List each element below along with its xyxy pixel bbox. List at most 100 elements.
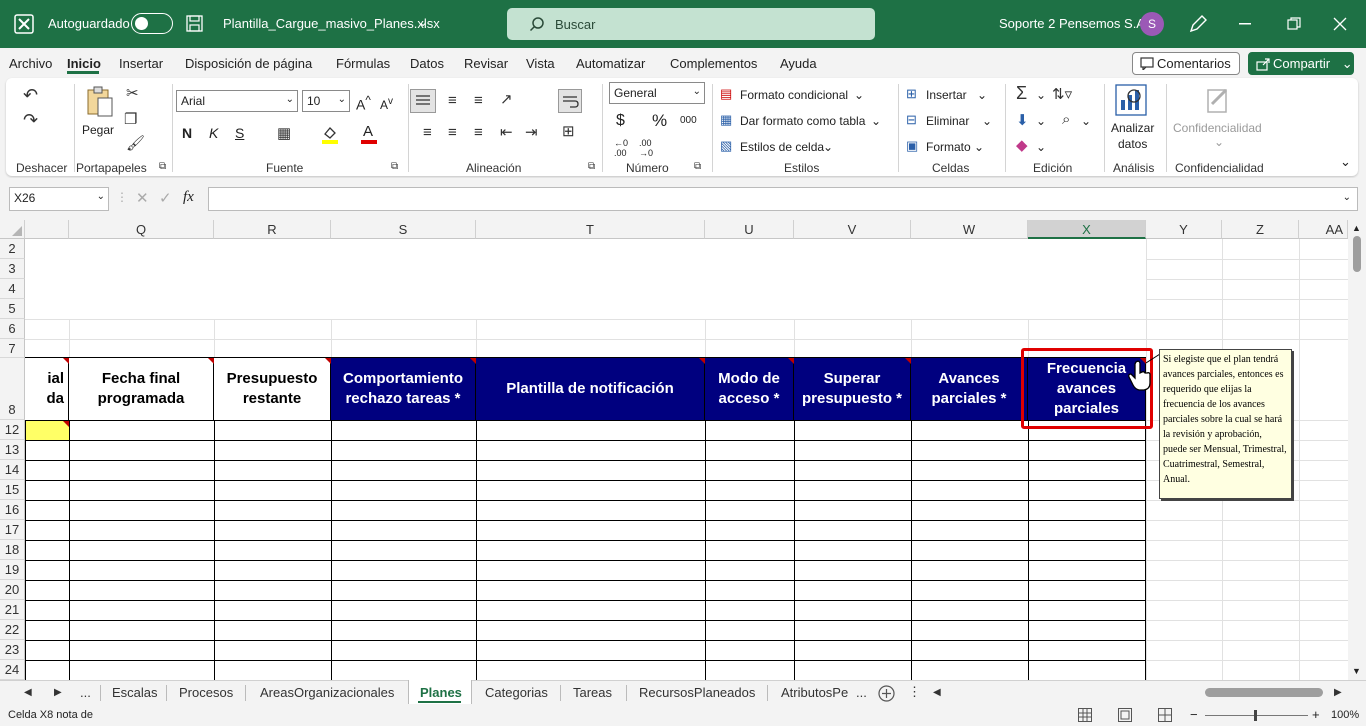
paste-icon[interactable] [85, 86, 115, 118]
cell-note[interactable]: Si elegiste que el plan tendrá avances p… [1159, 349, 1292, 499]
decrease-indent-icon[interactable]: ⇤ [500, 125, 513, 140]
fill-color-icon[interactable] [321, 124, 339, 144]
font-name-select[interactable]: Arial ⌄ [176, 90, 298, 112]
comments-button[interactable]: Comentarios [1132, 52, 1240, 75]
menu-datos[interactable]: Datos [410, 56, 444, 71]
underline-button[interactable]: S [235, 125, 244, 141]
format-painter-icon[interactable]: 🖌 [126, 136, 145, 151]
conditional-format-icon[interactable]: ▤ [720, 87, 732, 100]
row-header[interactable]: 22 [0, 620, 25, 640]
column-header-q[interactable]: Q [69, 220, 214, 239]
menu-insertar[interactable]: Insertar [119, 56, 163, 71]
dialog-launcher-icon[interactable]: ⧉ [159, 162, 166, 172]
scroll-up-icon[interactable]: ▲ [1352, 223, 1361, 233]
increase-decimal-icon[interactable]: ←0.00 [614, 138, 628, 158]
copy-icon[interactable]: ❐ [124, 112, 137, 127]
tab-splitter-icon[interactable]: ⋮ [908, 684, 921, 700]
delete-cells-icon[interactable]: ⊟ [906, 113, 917, 126]
add-sheet-icon[interactable] [878, 685, 895, 702]
merge-center-icon[interactable]: ⊞ [562, 124, 575, 139]
align-center-icon[interactable]: ≡ [448, 125, 457, 140]
column-header-y[interactable]: Y [1146, 220, 1222, 239]
row-header[interactable]: 14 [0, 460, 25, 480]
header-cell-r[interactable]: Presupuesto restante [214, 358, 331, 420]
format-as-table-button[interactable]: Dar formato como tabla [740, 114, 865, 128]
wrap-text-icon[interactable] [558, 89, 582, 113]
scroll-down-icon[interactable]: ▼ [1352, 666, 1361, 676]
sensitivity-icon[interactable] [1204, 84, 1232, 116]
orientation-icon[interactable]: ↗ [500, 92, 513, 107]
percent-icon[interactable]: % [652, 111, 667, 131]
row-header[interactable]: 6 [0, 319, 25, 339]
shrink-font-icon[interactable]: Av [380, 96, 393, 112]
menu-vista[interactable]: Vista [526, 56, 555, 71]
tab-scroll-left-icon[interactable]: ◀ [24, 687, 32, 698]
analyze-data-label-1[interactable]: Analizar [1111, 121, 1154, 135]
menu-complementos[interactable]: Complementos [670, 56, 757, 71]
dialog-launcher-icon[interactable]: ⧉ [391, 162, 398, 172]
collapse-ribbon-icon[interactable]: ⌄ [1340, 154, 1351, 170]
conditional-format-button[interactable]: Formato condicional [740, 88, 848, 102]
redo-icon[interactable]: ↷ [23, 111, 38, 129]
insert-function-icon[interactable]: fx [183, 189, 194, 206]
analyze-data-icon[interactable] [1115, 84, 1147, 116]
insert-cells-icon[interactable]: ⊞ [906, 87, 917, 100]
restore-icon[interactable] [1287, 17, 1301, 31]
tab-tareas[interactable]: Tareas [573, 685, 612, 700]
format-cells-icon[interactable]: ▣ [906, 139, 918, 152]
row-header[interactable]: 3 [0, 259, 25, 279]
row-header[interactable]: 24 [0, 660, 25, 680]
zoom-level[interactable]: 100% [1331, 709, 1359, 721]
tab-escalas[interactable]: Escalas [112, 685, 158, 700]
align-bottom-icon[interactable]: ≡ [474, 93, 483, 108]
align-right-icon[interactable]: ≡ [474, 125, 483, 140]
dialog-launcher-icon[interactable]: ⧉ [588, 162, 595, 172]
row-header[interactable]: 21 [0, 600, 25, 620]
menu-automatizar[interactable]: Automatizar [576, 56, 645, 71]
autosum-icon[interactable]: Σ [1016, 84, 1027, 102]
delete-cells-button[interactable]: Eliminar [926, 114, 969, 128]
menu-disposicion[interactable]: Disposición de página [185, 56, 312, 71]
tab-more-right[interactable]: ... [856, 685, 867, 700]
table-format-icon[interactable]: ▦ [720, 113, 732, 126]
column-header-v[interactable]: V [794, 220, 911, 239]
row-header[interactable]: 5 [0, 299, 25, 319]
page-layout-view-icon[interactable] [1118, 708, 1132, 722]
search-box[interactable]: Buscar [507, 8, 875, 40]
dialog-launcher-icon[interactable]: ⧉ [694, 162, 701, 172]
number-format-select[interactable]: General ⌄ [609, 82, 705, 104]
page-break-view-icon[interactable] [1158, 708, 1172, 722]
row-header[interactable]: 18 [0, 540, 25, 560]
format-cells-button[interactable]: Formato [926, 140, 971, 154]
row-header[interactable]: 13 [0, 440, 25, 460]
row-header[interactable]: 19 [0, 560, 25, 580]
tab-planes[interactable]: Planes [420, 685, 462, 700]
align-top-icon[interactable] [410, 89, 436, 113]
tab-scroll-right-icon[interactable]: ▶ [54, 687, 62, 698]
vertical-scroll-thumb[interactable] [1353, 236, 1361, 272]
column-header-s[interactable]: S [331, 220, 476, 239]
insert-cells-button[interactable]: Insertar [926, 88, 967, 102]
undo-icon[interactable]: ↶ [23, 86, 38, 104]
find-select-icon[interactable]: ⌕ [1062, 112, 1070, 127]
user-name[interactable]: Soporte 2 Pensemos S.A. [999, 16, 1149, 31]
column-header-aa[interactable]: AA [1299, 220, 1348, 239]
row-header[interactable]: 2 [0, 239, 25, 259]
formula-input[interactable]: ⌄ [208, 187, 1358, 211]
row-header[interactable]: 15 [0, 480, 25, 500]
normal-view-icon[interactable] [1078, 708, 1092, 722]
menu-formulas[interactable]: Fórmulas [336, 56, 390, 71]
cancel-entry-icon[interactable]: ✕ [136, 189, 149, 207]
decrease-decimal-icon[interactable]: .00 →0 [639, 138, 653, 158]
header-cell-partial[interactable]: ial da [25, 358, 69, 420]
horizontal-scroll-thumb[interactable] [1205, 688, 1323, 697]
header-cell-v[interactable]: Superar presupuesto * [794, 358, 911, 420]
analyze-data-label-2[interactable]: datos [1118, 137, 1147, 151]
increase-indent-icon[interactable]: ⇥ [525, 125, 538, 140]
cut-icon[interactable]: ✂ [126, 86, 139, 101]
row-header[interactable]: 7 [0, 339, 25, 358]
row-header[interactable]: 23 [0, 640, 25, 660]
fill-icon[interactable]: ⬇ [1016, 113, 1029, 128]
tab-categorias[interactable]: Categorias [485, 685, 548, 700]
column-header-r[interactable]: R [214, 220, 331, 239]
